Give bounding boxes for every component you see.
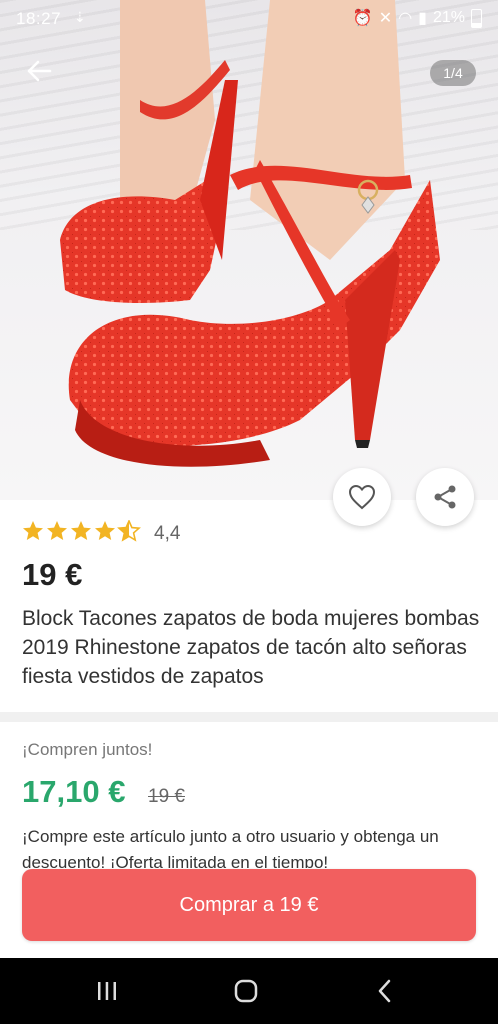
product-image[interactable] [0,0,498,500]
buy-button[interactable]: Comprar a 19 € [22,869,476,941]
share-icon [434,485,456,509]
status-time: 18:27 [16,9,62,28]
favorite-button[interactable] [333,468,391,526]
alarm-icon: ⏰ [352,10,373,27]
back-nav-icon [378,979,391,1003]
battery-percent: 21% [432,9,465,26]
battery-icon [471,8,482,28]
rating-value: 4,4 [154,523,181,544]
star-icons [23,519,141,542]
status-bar: 18:27 ⇣ ⏰ ✕ ◠ ▮ 21% [0,0,498,36]
wifi-icon: ◠ [398,10,413,27]
back-arrow-icon [27,60,52,82]
product-title: Block Tacones zapatos de boda mujeres bo… [22,607,480,688]
rating-stars [22,519,144,548]
original-price: 19 € [148,786,185,807]
section-divider [0,712,498,722]
status-icons: ⏰ ✕ ◠ ▮ 21% [353,8,482,28]
share-button[interactable] [416,468,474,526]
recents-icon [98,982,116,1000]
product-rating: 4,4 [22,519,181,548]
usb-icon: ⇣ [74,9,86,25]
back-button[interactable] [22,54,56,88]
home-icon [234,979,258,1003]
mute-icon: ✕ [378,10,393,27]
heart-icon [348,484,376,510]
group-buy-label: ¡Compren juntos! [22,740,153,759]
product-price: 19 € [22,557,83,592]
home-button[interactable] [206,958,286,1024]
group-buy-price: 17,10 € [22,774,126,809]
recents-button[interactable] [67,958,147,1024]
back-nav-button[interactable] [345,958,425,1024]
shoe-photo [60,0,441,467]
image-counter: 1/4 [430,60,476,86]
signal-icon: ▮ [418,10,427,27]
system-nav-bar [0,958,498,1024]
